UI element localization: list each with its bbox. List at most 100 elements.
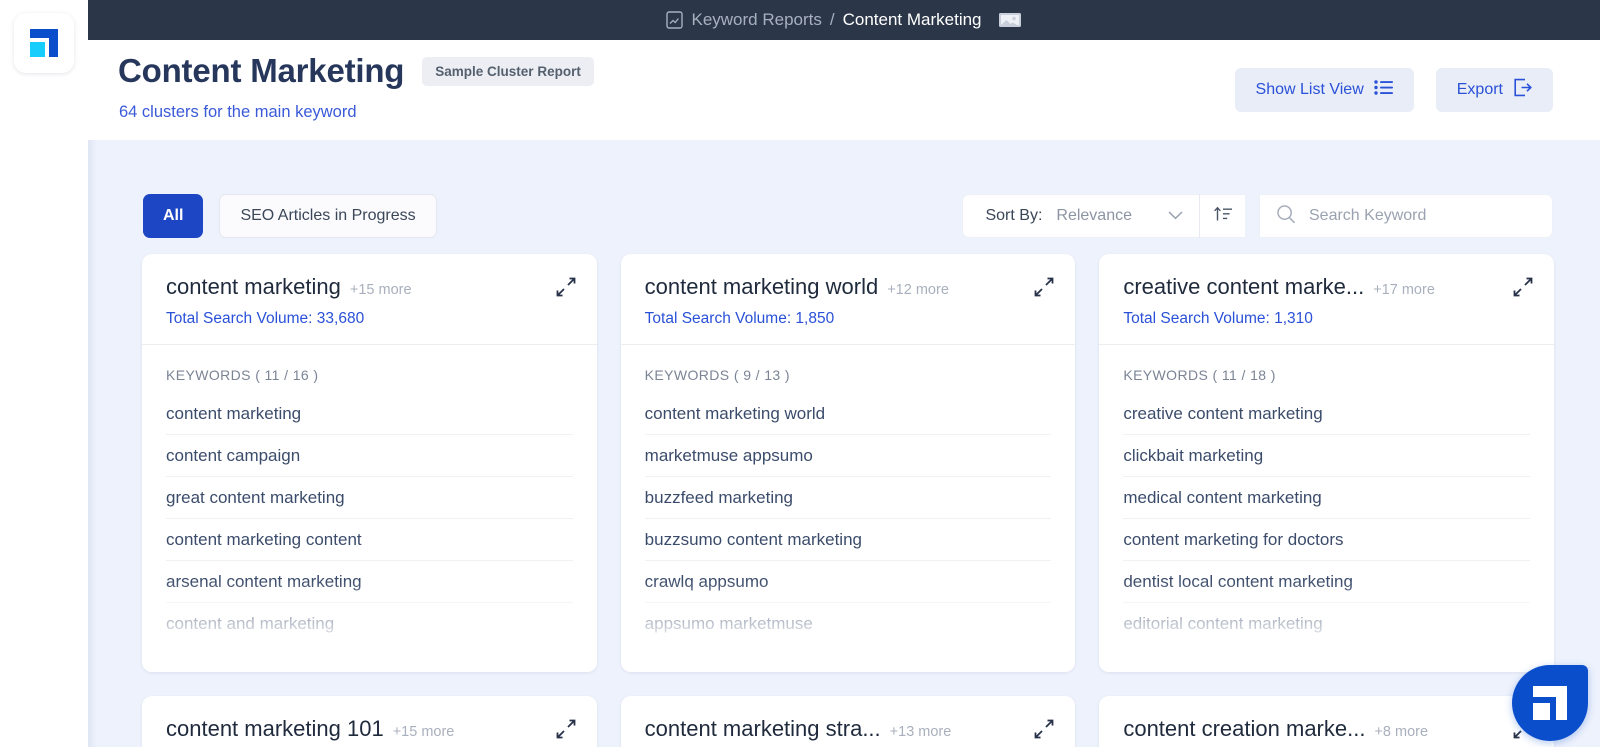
keywords-label: KEYWORDS bbox=[166, 367, 251, 383]
list-item[interactable]: marketmuse appsumo bbox=[644, 435, 1052, 477]
card-header: content marketing +15 more Total Search … bbox=[142, 254, 597, 344]
keyword-list: content marketing world marketmuse appsu… bbox=[644, 393, 1052, 644]
left-sidebar bbox=[0, 0, 88, 747]
expand-card-button[interactable] bbox=[555, 276, 577, 298]
keywords-label: KEYWORDS bbox=[1123, 367, 1209, 383]
page-title: Content Marketing bbox=[118, 52, 405, 89]
search-keyword-box[interactable] bbox=[1259, 194, 1553, 238]
card-title: content marketing 101 bbox=[166, 716, 384, 741]
card-title: content creation marke... bbox=[1123, 716, 1366, 741]
card-more-count: +13 more bbox=[889, 724, 952, 740]
content-area: All SEO Articles in Progress Sort By: Re… bbox=[88, 140, 1600, 747]
show-list-view-label: Show List View bbox=[1255, 81, 1364, 98]
cluster-card[interactable]: content marketing world +12 more Total S… bbox=[620, 254, 1076, 672]
card-more-count: +17 more bbox=[1373, 282, 1435, 298]
export-icon bbox=[1513, 78, 1532, 102]
filter-group: All SEO Articles in Progress bbox=[143, 194, 437, 238]
list-item[interactable]: arsenal content marketing bbox=[166, 561, 573, 603]
cluster-card[interactable]: content marketing stra... +13 more bbox=[620, 696, 1076, 747]
chat-logo-icon bbox=[1533, 686, 1567, 720]
report-chart-icon bbox=[666, 11, 684, 29]
sort-by-select[interactable]: Relevance bbox=[1056, 207, 1199, 225]
keywords-count: ( 11 / 18 ) bbox=[1212, 367, 1276, 383]
breadcrumb-current: Content Marketing bbox=[842, 10, 982, 29]
chevron-down-icon bbox=[1168, 207, 1183, 225]
keywords-label: KEYWORDS bbox=[644, 367, 730, 383]
sort-direction-button[interactable] bbox=[1199, 194, 1245, 238]
card-title: content marketing bbox=[166, 274, 341, 299]
header-actions: Show List View Export bbox=[1234, 68, 1553, 112]
card-total-search-volume: Total Search Volume: 33,680 bbox=[166, 310, 365, 327]
list-item[interactable]: content marketing content bbox=[166, 519, 573, 561]
keywords-header: KEYWORDS ( 11 / 18 ) bbox=[1123, 367, 1530, 383]
card-body: KEYWORDS ( 11 / 16 ) content marketing c… bbox=[142, 345, 597, 672]
keywords-header: KEYWORDS ( 11 / 16 ) bbox=[166, 367, 573, 383]
show-list-view-button[interactable]: Show List View bbox=[1234, 68, 1414, 112]
card-total-search-volume: Total Search Volume: 1,850 bbox=[644, 310, 835, 327]
list-item[interactable]: content marketing bbox=[166, 393, 573, 435]
card-header: content marketing stra... +13 more bbox=[621, 696, 1076, 747]
list-item[interactable]: appsumo marketmuse bbox=[645, 603, 1052, 644]
cluster-card-grid: content marketing +15 more Total Search … bbox=[142, 254, 1554, 747]
expand-card-button[interactable] bbox=[1512, 276, 1534, 298]
image-icon[interactable] bbox=[998, 12, 1022, 28]
title-row: Content Marketing Sample Cluster Report bbox=[118, 52, 594, 90]
cluster-card[interactable]: content marketing 101 +15 more bbox=[142, 696, 597, 747]
card-title: content marketing world bbox=[644, 274, 879, 299]
list-item[interactable]: editorial content marketing bbox=[1123, 603, 1530, 644]
card-more-count: +8 more bbox=[1374, 724, 1429, 740]
brand-logo-icon bbox=[30, 29, 58, 57]
card-body: KEYWORDS ( 9 / 13 ) content marketing wo… bbox=[620, 345, 1076, 672]
list-item[interactable]: crawlq appsumo bbox=[644, 561, 1052, 603]
list-item[interactable]: content marketing for doctors bbox=[1123, 519, 1530, 561]
sort-by-label: Sort By: bbox=[985, 207, 1043, 224]
status-badge: Sample Cluster Report bbox=[422, 56, 594, 86]
toolbar: All SEO Articles in Progress Sort By: Re… bbox=[143, 194, 1553, 238]
card-more-count: +15 more bbox=[392, 724, 455, 740]
list-item[interactable]: creative content marketing bbox=[1123, 393, 1530, 435]
search-input[interactable] bbox=[1309, 207, 1536, 225]
list-item[interactable]: buzzfeed marketing bbox=[644, 477, 1052, 519]
card-header: content marketing world +12 more Total S… bbox=[621, 254, 1076, 344]
cluster-card[interactable]: content creation marke... +8 more bbox=[1099, 696, 1554, 747]
card-body: KEYWORDS ( 11 / 18 ) creative content ma… bbox=[1099, 345, 1554, 672]
keywords-count: ( 11 / 16 ) bbox=[255, 367, 319, 383]
sort-by-value: Relevance bbox=[1056, 207, 1132, 224]
breadcrumb: Keyword Reports / Content Marketing bbox=[666, 10, 1021, 30]
list-item[interactable]: medical content marketing bbox=[1123, 477, 1530, 519]
list-item[interactable]: clickbait marketing bbox=[1123, 435, 1530, 477]
sort-and-search: Sort By: Relevance bbox=[962, 194, 1553, 238]
app-root: Keyword Reports / Content Marketing Cont… bbox=[0, 0, 1600, 747]
card-title: creative content marke... bbox=[1123, 274, 1365, 299]
list-icon bbox=[1374, 80, 1393, 100]
export-button[interactable]: Export bbox=[1435, 68, 1553, 112]
list-item[interactable]: dentist local content marketing bbox=[1123, 561, 1530, 603]
list-item[interactable]: content marketing world bbox=[644, 393, 1052, 435]
expand-card-button[interactable] bbox=[1033, 276, 1055, 298]
list-item[interactable]: content and marketing bbox=[166, 603, 573, 644]
card-more-count: +12 more bbox=[887, 282, 949, 298]
card-header: content creation marke... +8 more bbox=[1099, 696, 1554, 747]
page-subtitle: 64 clusters for the main keyword bbox=[119, 103, 357, 121]
cluster-card[interactable]: creative content marke... +17 more Total… bbox=[1099, 254, 1554, 672]
export-label: Export bbox=[1456, 81, 1503, 98]
breadcrumb-parent[interactable]: Keyword Reports bbox=[691, 10, 821, 30]
cluster-card[interactable]: content marketing +15 more Total Search … bbox=[142, 254, 597, 672]
keyword-list: creative content marketing clickbait mar… bbox=[1123, 393, 1530, 644]
card-header: content marketing 101 +15 more bbox=[142, 696, 597, 747]
list-item[interactable]: buzzsumo content marketing bbox=[644, 519, 1052, 561]
filter-seo-articles-button[interactable]: SEO Articles in Progress bbox=[219, 194, 437, 238]
filter-all-button[interactable]: All bbox=[143, 194, 204, 238]
list-item[interactable]: great content marketing bbox=[166, 477, 573, 519]
card-total-search-volume: Total Search Volume: 1,310 bbox=[1123, 310, 1313, 327]
expand-card-button[interactable] bbox=[1033, 718, 1055, 740]
app-logo-button[interactable] bbox=[14, 13, 74, 73]
list-item[interactable]: content campaign bbox=[166, 435, 573, 477]
keywords-count: ( 9 / 13 ) bbox=[733, 367, 790, 383]
chat-widget-button[interactable] bbox=[1512, 665, 1588, 741]
top-bar: Keyword Reports / Content Marketing bbox=[88, 0, 1600, 40]
card-header: creative content marke... +17 more Total… bbox=[1099, 254, 1554, 344]
search-icon bbox=[1276, 204, 1296, 229]
breadcrumb-separator: / bbox=[829, 10, 835, 29]
expand-card-button[interactable] bbox=[555, 718, 577, 740]
